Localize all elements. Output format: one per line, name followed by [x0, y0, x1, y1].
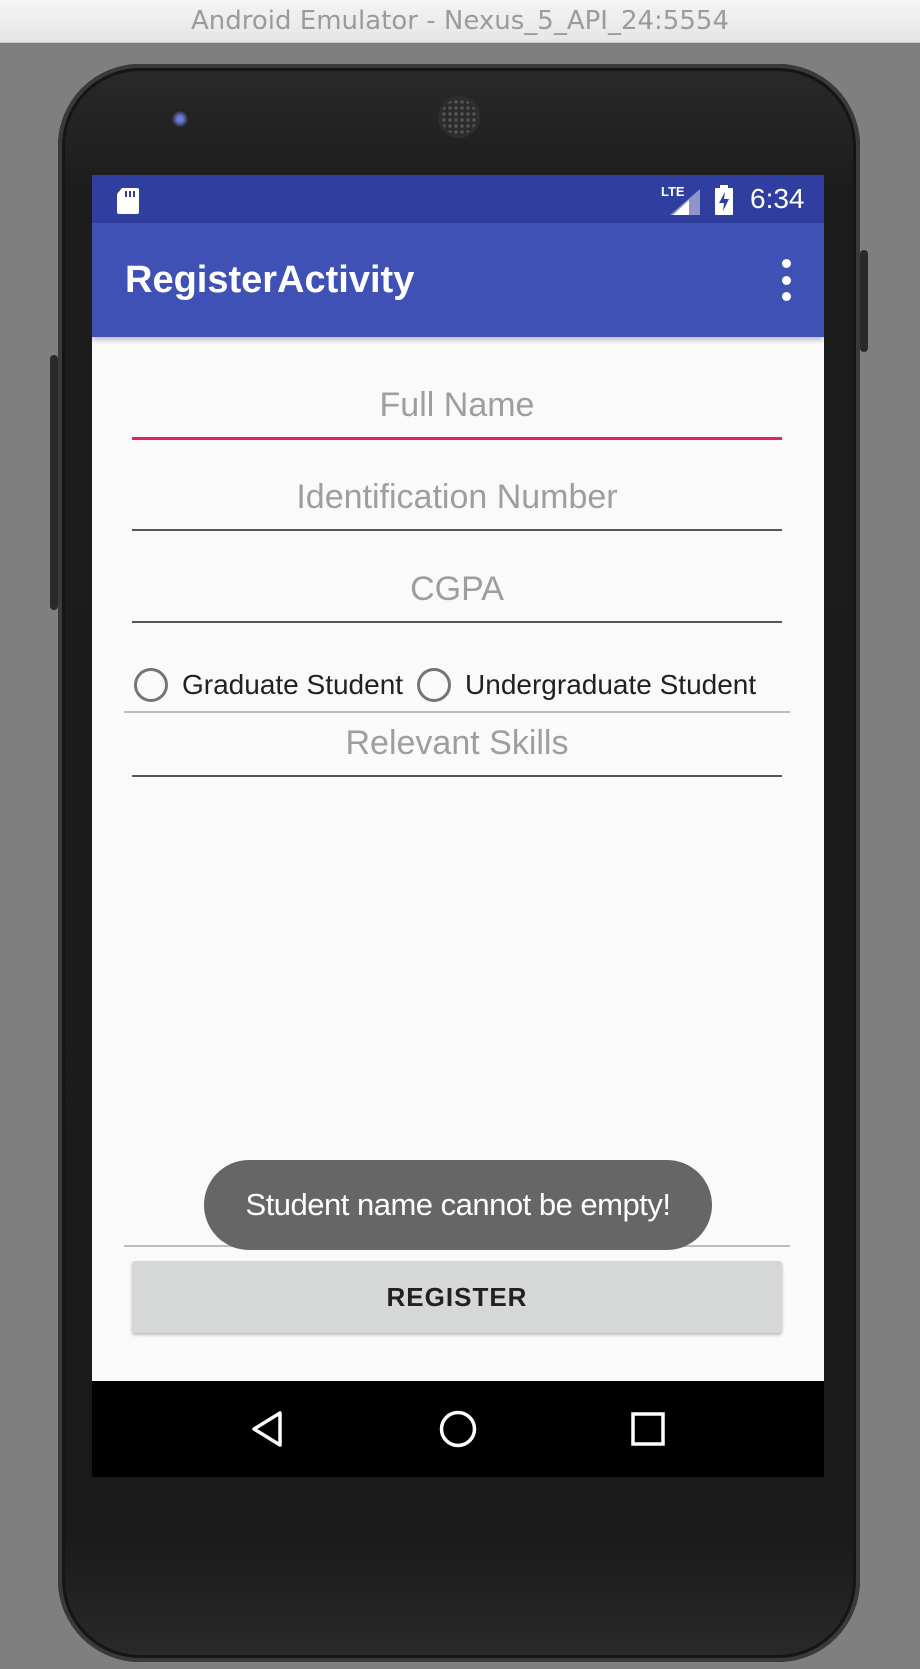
status-bar: LTE 6:34 [92, 175, 824, 223]
page-title: RegisterActivity [125, 259, 415, 301]
graduate-student-label: Graduate Student [182, 669, 404, 700]
navigation-bar [92, 1381, 824, 1477]
graduate-student-radio[interactable]: Graduate Student [134, 668, 403, 702]
radio-unchecked-icon [417, 668, 452, 702]
app-bar: RegisterActivity [92, 223, 824, 337]
recents-button[interactable] [588, 1381, 708, 1477]
more-options-icon[interactable] [778, 259, 794, 301]
register-button[interactable]: REGISTER [132, 1261, 782, 1333]
power-button[interactable] [860, 250, 868, 352]
toast-message: Student name cannot be empty! [204, 1160, 712, 1250]
home-icon [439, 1410, 477, 1448]
sd-card-icon [117, 188, 139, 214]
relevant-skills-input[interactable] [132, 711, 782, 777]
home-button[interactable] [398, 1381, 518, 1477]
full-name-input[interactable] [132, 373, 782, 440]
front-camera-icon [170, 109, 190, 129]
proximity-sensor-icon [666, 112, 680, 126]
radio-unchecked-icon [134, 668, 168, 702]
back-button[interactable] [208, 1381, 328, 1477]
speaker-grille [441, 99, 477, 135]
device-screen: LTE 6:34 RegisterActivity Graduate Stude… [92, 175, 824, 1477]
identification-number-input[interactable] [132, 465, 782, 531]
student-type-radio-group: Graduate Student Undergraduate Student [134, 655, 756, 715]
undergraduate-student-label: Undergraduate Student [465, 669, 757, 700]
recents-icon [631, 1412, 665, 1446]
signal-icon [670, 189, 700, 215]
light-sensor-icon [692, 114, 702, 124]
cgpa-input[interactable] [132, 557, 782, 623]
clock: 6:34 [750, 183, 805, 214]
volume-button[interactable] [50, 355, 58, 610]
undergraduate-student-radio[interactable]: Undergraduate Student [417, 668, 756, 702]
battery-charging-icon [715, 185, 733, 215]
back-icon [252, 1411, 282, 1447]
emulator-window-title: Android Emulator - Nexus_5_API_24:5554 [0, 0, 920, 43]
